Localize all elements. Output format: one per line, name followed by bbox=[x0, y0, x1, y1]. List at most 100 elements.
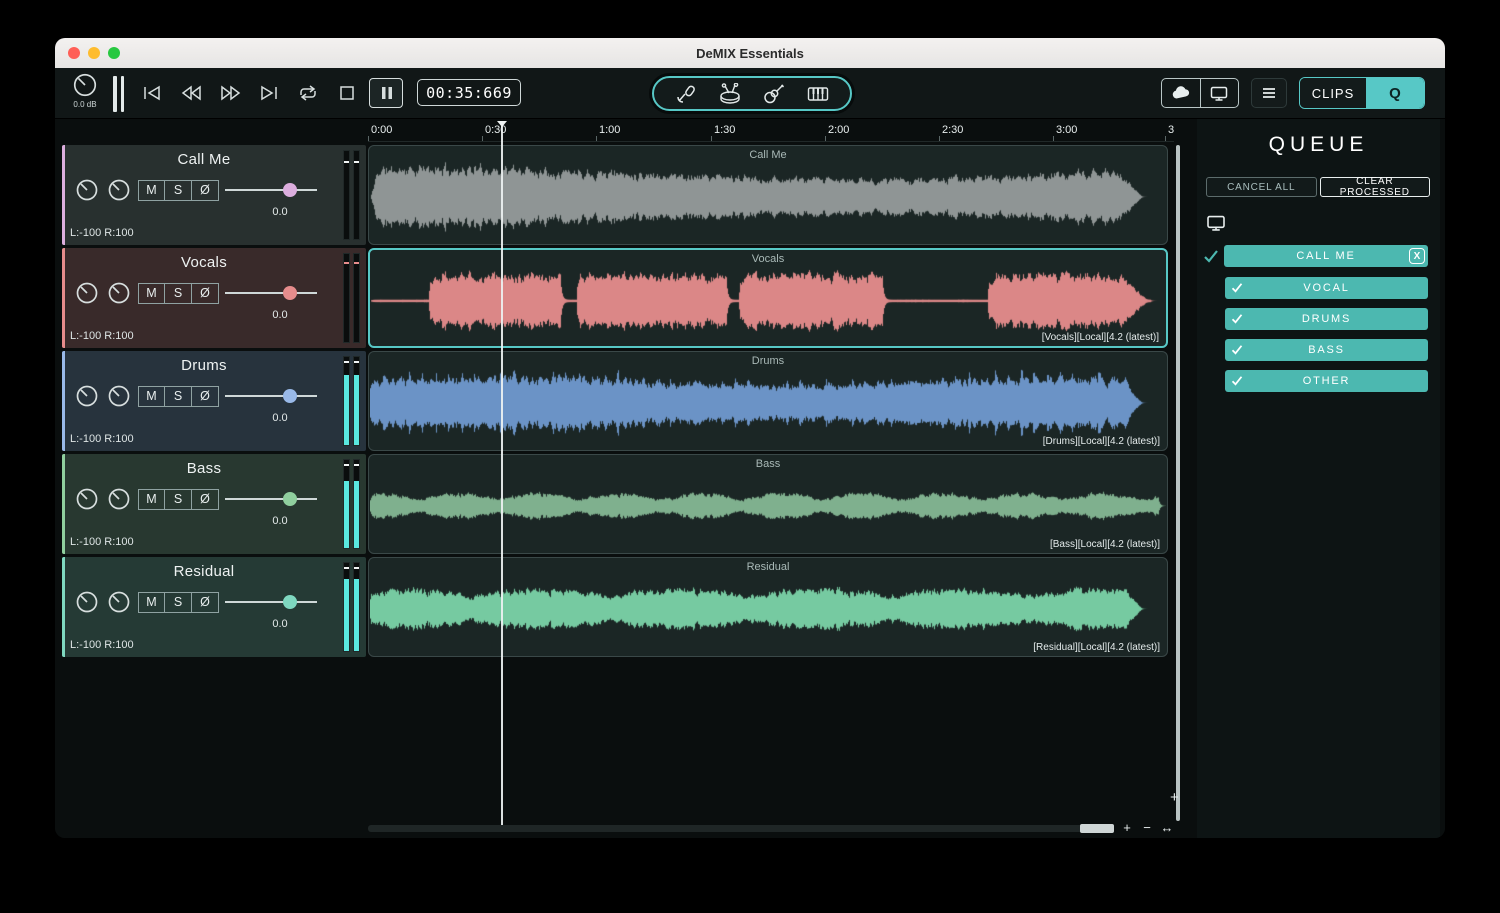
volume-slider[interactable] bbox=[225, 177, 317, 203]
fast-forward-button[interactable] bbox=[213, 78, 247, 108]
track-header[interactable]: Drums M S Ø 0.0 L:-100 R:100 bbox=[62, 351, 366, 451]
pan-right-knob[interactable] bbox=[106, 486, 132, 512]
drums-icon[interactable] bbox=[718, 83, 742, 104]
vertical-zoom-add-button[interactable]: + bbox=[1170, 789, 1179, 806]
solo-button[interactable]: S bbox=[165, 488, 192, 510]
check-icon bbox=[1231, 283, 1243, 293]
pan-right-knob[interactable] bbox=[106, 177, 132, 203]
microphone-icon[interactable] bbox=[675, 84, 696, 104]
pan-left-knob[interactable] bbox=[74, 177, 100, 203]
solo-button[interactable]: S bbox=[165, 591, 192, 613]
queue-job-pill[interactable]: CALL ME X bbox=[1224, 245, 1428, 267]
volume-slider-handle[interactable] bbox=[283, 183, 297, 197]
minimize-window-button[interactable] bbox=[88, 47, 100, 59]
close-window-button[interactable] bbox=[68, 47, 80, 59]
volume-slider-handle[interactable] bbox=[283, 286, 297, 300]
vertical-scrollbar[interactable] bbox=[1176, 145, 1180, 821]
horizontal-scrollbar[interactable] bbox=[368, 823, 1114, 833]
solo-button[interactable]: S bbox=[165, 282, 192, 304]
queue-stem-item[interactable]: VOCAL bbox=[1225, 277, 1428, 299]
pause-button[interactable] bbox=[369, 78, 403, 108]
cloud-processing-button[interactable] bbox=[1162, 79, 1200, 107]
waveform-region[interactable]: Vocals [Vocals][Local][4.2 (latest)] bbox=[368, 248, 1168, 348]
queue-stem-item[interactable]: OTHER bbox=[1225, 370, 1428, 392]
track-color-strip bbox=[62, 145, 65, 245]
pan-right-knob[interactable] bbox=[106, 280, 132, 306]
waveform-region[interactable]: Drums [Drums][Local][4.2 (latest)] bbox=[368, 351, 1168, 451]
playhead[interactable] bbox=[501, 121, 503, 825]
mute-button[interactable]: M bbox=[138, 591, 165, 613]
region-title: Drums bbox=[751, 355, 785, 367]
volume-slider-handle[interactable] bbox=[283, 492, 297, 506]
track-header[interactable]: Bass M S Ø 0.0 L:-100 R:100 bbox=[62, 454, 366, 554]
solo-button[interactable]: S bbox=[165, 385, 192, 407]
waveform-region[interactable]: Residual [Residual][Local][4.2 (latest)] bbox=[368, 557, 1168, 657]
queue-stem-item[interactable]: BASS bbox=[1225, 339, 1428, 361]
volume-slider[interactable] bbox=[225, 280, 317, 306]
rewind-button[interactable] bbox=[174, 78, 208, 108]
mute-button[interactable]: M bbox=[138, 282, 165, 304]
timeline-tick: 1:00 bbox=[599, 124, 621, 136]
gain-value: 0.0 bbox=[272, 618, 288, 630]
timeline-tick: 2:00 bbox=[828, 124, 850, 136]
pan-range-label: L:-100 R:100 bbox=[70, 330, 134, 342]
solo-button[interactable]: S bbox=[165, 179, 192, 201]
track-header[interactable]: Vocals M S Ø 0.0 L:-100 R:100 bbox=[62, 248, 366, 348]
zoom-horizontal-icon[interactable]: ↔ bbox=[1160, 821, 1174, 834]
clips-tab[interactable]: CLIPS bbox=[1300, 78, 1366, 108]
mute-button[interactable]: M bbox=[138, 385, 165, 407]
clear-processed-button[interactable]: CLEAR PROCESSED bbox=[1319, 176, 1430, 198]
track-name: Vocals bbox=[181, 254, 227, 271]
track-row: Call Me M S Ø 0.0 L:-100 R:100 Call Me bbox=[55, 145, 1175, 245]
phase-button[interactable]: Ø bbox=[192, 488, 219, 510]
track-header[interactable]: Call Me M S Ø 0.0 L:-100 R:100 bbox=[62, 145, 366, 245]
skip-to-start-button[interactable] bbox=[135, 78, 169, 108]
pan-right-knob[interactable] bbox=[106, 383, 132, 409]
cancel-all-button[interactable]: CANCEL ALL bbox=[1206, 177, 1317, 197]
slider-track bbox=[225, 498, 317, 500]
track-header[interactable]: Residual M S Ø 0.0 L:-100 R:100 bbox=[62, 557, 366, 657]
slider-track bbox=[225, 395, 317, 397]
pan-right-knob[interactable] bbox=[106, 589, 132, 615]
phase-button[interactable]: Ø bbox=[192, 282, 219, 304]
phase-button[interactable]: Ø bbox=[192, 591, 219, 613]
mute-button[interactable]: M bbox=[138, 179, 165, 201]
queue-stem-item[interactable]: DRUMS bbox=[1225, 308, 1428, 330]
pan-left-knob[interactable] bbox=[74, 383, 100, 409]
loop-button[interactable] bbox=[291, 78, 325, 108]
volume-slider-handle[interactable] bbox=[283, 595, 297, 609]
volume-slider[interactable] bbox=[225, 383, 317, 409]
queue-tab[interactable]: Q bbox=[1366, 78, 1424, 108]
master-level-meter bbox=[113, 76, 124, 112]
pan-left-knob[interactable] bbox=[74, 589, 100, 615]
pan-left-knob[interactable] bbox=[74, 280, 100, 306]
phase-button[interactable]: Ø bbox=[192, 385, 219, 407]
piano-icon[interactable] bbox=[807, 85, 829, 103]
volume-slider[interactable] bbox=[225, 486, 317, 512]
waveform-region[interactable]: Call Me bbox=[368, 145, 1168, 245]
local-processing-button[interactable] bbox=[1199, 79, 1239, 107]
level-meter bbox=[343, 356, 360, 446]
volume-slider-handle[interactable] bbox=[283, 389, 297, 403]
remove-job-button[interactable]: X bbox=[1409, 248, 1425, 264]
skip-to-end-button[interactable] bbox=[252, 78, 286, 108]
queue-job-row[interactable]: CALL ME X bbox=[1203, 245, 1428, 267]
window-title: DeMIX Essentials bbox=[696, 45, 804, 61]
stop-button[interactable] bbox=[330, 78, 364, 108]
zoom-window-button[interactable] bbox=[108, 47, 120, 59]
master-gain-knob[interactable]: 0.0 dB bbox=[67, 71, 103, 109]
guitar-icon[interactable] bbox=[763, 83, 785, 104]
timeline-ruler[interactable]: 0:00 0:30 1:00 1:30 2:00 2:30 3:00 3 bbox=[368, 121, 1174, 142]
local-device-icon bbox=[1206, 215, 1226, 231]
scrollbar-thumb[interactable] bbox=[1080, 823, 1114, 833]
zoom-in-button[interactable]: + bbox=[1120, 821, 1134, 834]
pan-left-knob[interactable] bbox=[74, 486, 100, 512]
phase-button[interactable]: Ø bbox=[192, 179, 219, 201]
playhead-marker[interactable] bbox=[497, 121, 507, 127]
volume-slider[interactable] bbox=[225, 589, 317, 615]
mute-button[interactable]: M bbox=[138, 488, 165, 510]
gain-value: 0.0 bbox=[272, 206, 288, 218]
zoom-out-button[interactable]: − bbox=[1140, 821, 1154, 834]
waveform-region[interactable]: Bass [Bass][Local][4.2 (latest)] bbox=[368, 454, 1168, 554]
menu-button[interactable] bbox=[1251, 78, 1287, 108]
